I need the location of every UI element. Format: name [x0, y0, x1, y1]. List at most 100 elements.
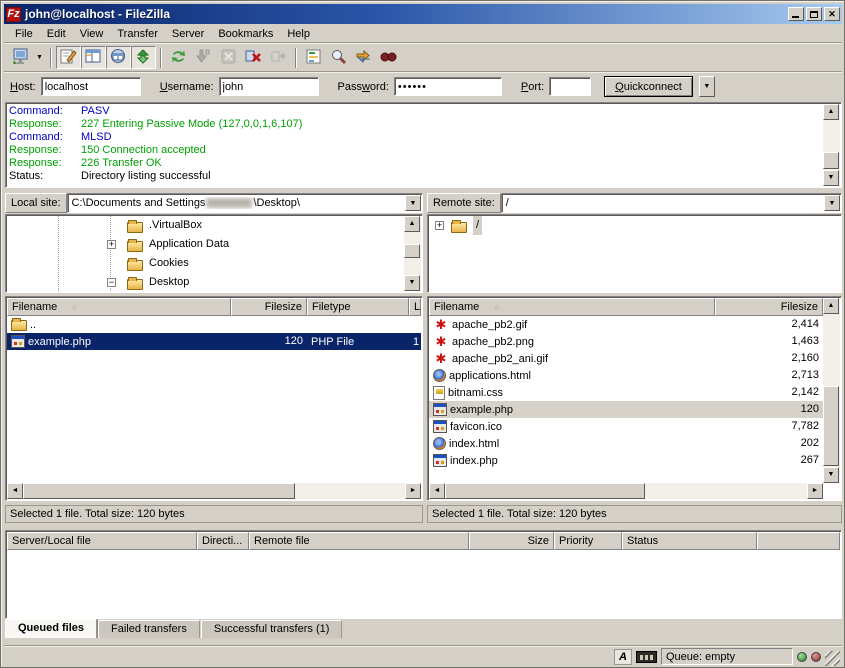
tree-item-label[interactable]: .VirtualBox [149, 216, 202, 235]
scroll-thumb[interactable] [445, 483, 645, 499]
expand-icon[interactable]: + [435, 221, 444, 230]
tree-item--virtualbox[interactable]: .VirtualBox [7, 216, 404, 235]
username-input[interactable] [219, 77, 319, 96]
file-row[interactable]: applications.html2,713 [429, 367, 823, 384]
column-header-server-local-file[interactable]: Server/Local file [7, 532, 197, 550]
expand-icon[interactable]: + [107, 240, 116, 249]
tab-failed-transfers[interactable]: Failed transfers [98, 620, 200, 638]
menu-server[interactable]: Server [165, 26, 211, 42]
tree-item-root[interactable]: + / [429, 216, 840, 235]
menu-help[interactable]: Help [280, 26, 317, 42]
remote-site-dropdown-button[interactable]: ▼ [824, 195, 840, 211]
maximize-button[interactable] [806, 7, 822, 21]
host-input[interactable] [41, 77, 141, 96]
find-files-button[interactable] [376, 46, 401, 69]
column-header-directi-[interactable]: Directi... [197, 532, 249, 550]
local-list-hscrollbar[interactable]: ◄ ► [7, 483, 421, 499]
collapse-icon[interactable]: − [107, 278, 116, 287]
menu-transfer[interactable]: Transfer [110, 26, 165, 42]
remote-site-combobox[interactable]: / ▼ [501, 193, 842, 213]
column-header-priority[interactable]: Priority [554, 532, 622, 550]
remote-list-vscrollbar[interactable]: ▲ ▼ [823, 298, 840, 483]
menu-edit[interactable]: Edit [40, 26, 73, 42]
tree-item-label[interactable]: Cookies [149, 254, 189, 273]
local-site-dropdown-button[interactable]: ▼ [405, 195, 421, 211]
toggle-queue-button[interactable] [131, 46, 156, 69]
compare-button[interactable] [326, 46, 351, 69]
minimize-button[interactable] [788, 7, 804, 21]
tree-item-desktop[interactable]: − Desktop [7, 273, 404, 291]
local-site-combobox[interactable]: C:\Documents and Settings\Desktop\ ▼ [67, 193, 423, 213]
file-row[interactable]: index.html202 [429, 435, 823, 452]
file-row[interactable]: .. [7, 316, 421, 333]
column-header-filename[interactable]: Filename▲ [7, 298, 231, 316]
port-label: Port: [521, 81, 544, 93]
tab-queued-files[interactable]: Queued files [5, 619, 97, 638]
menu-file[interactable]: File [8, 26, 40, 42]
scroll-left-icon[interactable]: ◄ [7, 483, 23, 499]
refresh-button[interactable] [166, 46, 191, 69]
column-header-filesize[interactable]: Filesize [715, 298, 823, 316]
tree-item-label[interactable]: Desktop [149, 273, 189, 291]
site-manager-dropdown-button[interactable]: ▼ [33, 46, 46, 69]
speed-limit-indicator-icon[interactable] [636, 651, 657, 663]
resize-grip[interactable] [825, 651, 840, 666]
column-header-filetype[interactable]: Filetype [307, 298, 409, 316]
disconnect-button[interactable] [241, 46, 266, 69]
tree-item-cookies[interactable]: Cookies [7, 254, 404, 273]
scroll-down-icon[interactable]: ▼ [823, 467, 839, 483]
remote-list-hscrollbar[interactable]: ◄ ► [429, 483, 823, 499]
file-row[interactable]: ✱apache_pb2_ani.gif2,160 [429, 350, 823, 367]
column-header-l[interactable]: L [409, 298, 421, 316]
scroll-right-icon[interactable]: ► [807, 483, 823, 499]
tree-item-application-data[interactable]: + Application Data [7, 235, 404, 254]
scroll-left-icon[interactable]: ◄ [429, 483, 445, 499]
sync-browsing-button[interactable] [351, 46, 376, 69]
local-tree-scrollbar[interactable]: ▲ ▼ [404, 216, 421, 291]
local-file-list: Filename▲FilesizeFiletypeL ..example.php… [5, 296, 423, 501]
log-line-label: Command: [9, 105, 81, 118]
file-row[interactable]: ✱apache_pb2.png1,463 [429, 333, 823, 350]
column-header-remote-file[interactable]: Remote file [249, 532, 469, 550]
port-input[interactable] [549, 77, 591, 96]
scroll-thumb[interactable] [23, 483, 295, 499]
scroll-up-icon[interactable]: ▲ [404, 216, 420, 232]
tree-item-label[interactable]: Application Data [149, 235, 229, 254]
tree-item-label[interactable]: / [473, 216, 482, 235]
toggle-remote-tree-button[interactable] [106, 46, 131, 69]
column-header-filesize[interactable]: Filesize [231, 298, 307, 316]
quickconnect-button[interactable]: Quickconnect [604, 76, 693, 97]
file-row[interactable]: example.php120 [429, 401, 823, 418]
scroll-up-icon[interactable]: ▲ [823, 298, 839, 314]
toggle-local-tree-button[interactable] [81, 46, 106, 69]
menu-bookmarks[interactable]: Bookmarks [211, 26, 280, 42]
toggle-message-log-button[interactable] [56, 46, 81, 69]
file-row[interactable]: example.php120PHP File1 [7, 333, 421, 350]
tab-successful-transfers-1-[interactable]: Successful transfers (1) [201, 620, 343, 638]
scroll-thumb[interactable] [823, 386, 839, 466]
close-button[interactable]: ✕ [824, 7, 840, 21]
log-line: Command:MLSD [9, 131, 823, 144]
scroll-down-icon[interactable]: ▼ [404, 275, 420, 291]
scroll-thumb[interactable] [404, 244, 420, 258]
file-row[interactable]: bitnami.css2,142 [429, 384, 823, 401]
file-row[interactable]: favicon.ico7,782 [429, 418, 823, 435]
sort-ascending-icon: ▲ [71, 304, 78, 311]
password-input[interactable] [394, 77, 502, 96]
filter-button[interactable] [301, 46, 326, 69]
scroll-up-icon[interactable]: ▲ [823, 104, 839, 120]
column-header-filename[interactable]: Filename▲ [429, 298, 715, 316]
menu-view[interactable]: View [73, 26, 111, 42]
column-header-status[interactable]: Status [622, 532, 757, 550]
data-type-indicator-icon[interactable]: A [614, 649, 632, 665]
scroll-down-icon[interactable]: ▼ [823, 170, 839, 186]
maximize-icon [810, 11, 818, 18]
file-row[interactable]: ✱apache_pb2.gif2,414 [429, 316, 823, 333]
column-header-size[interactable]: Size [469, 532, 554, 550]
quickconnect-dropdown-button[interactable]: ▼ [699, 76, 715, 97]
scroll-right-icon[interactable]: ► [405, 483, 421, 499]
file-row[interactable]: index.php267 [429, 452, 823, 469]
message-log-scrollbar[interactable]: ▲ ▼ [823, 104, 840, 186]
scroll-thumb[interactable] [823, 152, 839, 169]
site-manager-button[interactable] [8, 46, 33, 69]
